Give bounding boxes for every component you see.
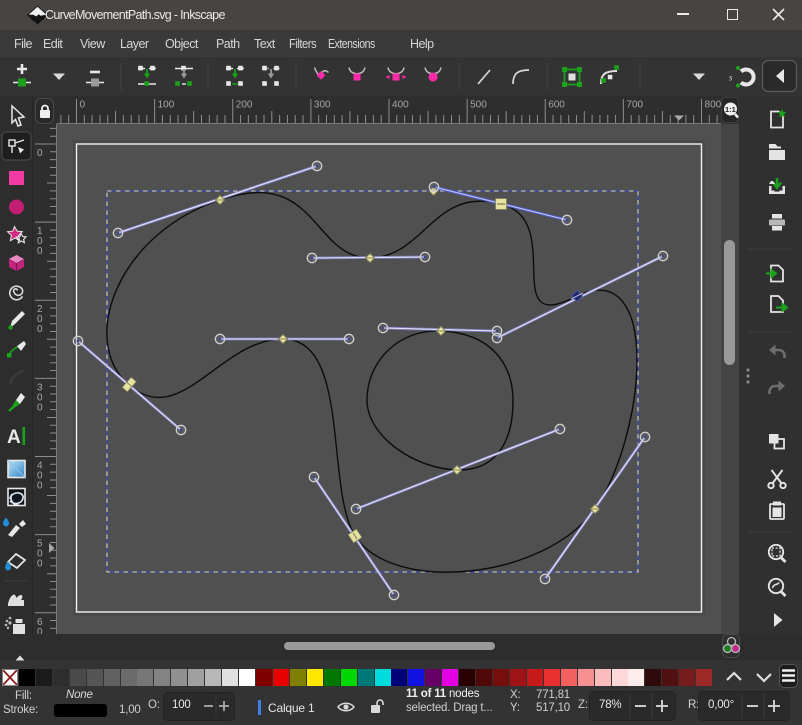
svg-text:A: A — [7, 427, 21, 448]
svg-text:400: 400 — [392, 100, 409, 111]
svg-text:1:1: 1:1 — [725, 105, 736, 114]
svg-text:0: 0 — [37, 324, 43, 335]
svg-text:0: 0 — [37, 148, 43, 159]
svg-text:0: 0 — [37, 402, 43, 413]
svg-text:500: 500 — [470, 100, 487, 111]
svg-text:0: 0 — [80, 100, 86, 111]
svg-text:0: 0 — [37, 481, 43, 492]
svg-text:200: 200 — [236, 100, 253, 111]
svg-text:300: 300 — [314, 100, 331, 111]
svg-text:700: 700 — [626, 100, 643, 111]
svg-text:s: s — [729, 73, 733, 83]
svg-text:0: 0 — [37, 246, 43, 257]
svg-text:600: 600 — [548, 100, 565, 111]
svg-text:0: 0 — [37, 559, 43, 570]
svg-text:800: 800 — [705, 100, 722, 111]
svg-text:100: 100 — [158, 100, 175, 111]
